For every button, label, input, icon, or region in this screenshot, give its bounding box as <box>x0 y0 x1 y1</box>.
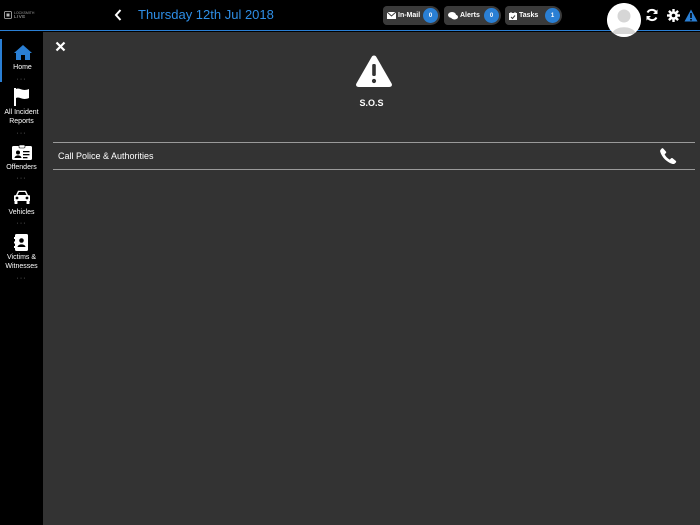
sos-alert-button[interactable] <box>684 8 698 22</box>
comments-icon <box>448 11 458 20</box>
close-icon <box>55 41 66 52</box>
sidebar-nav: Home ··· All Incident Reports ··· Offend… <box>0 31 43 525</box>
alerts-button[interactable]: Alerts 0 <box>444 6 501 25</box>
sidebar-divider: ··· <box>16 76 27 83</box>
inmail-button[interactable]: In-Mail 0 <box>383 6 440 25</box>
alerts-label: Alerts <box>460 12 480 19</box>
sidebar-item-label: Victims & Witnesses <box>5 254 38 270</box>
sidebar-divider: ··· <box>16 220 27 227</box>
sos-title: S.O.S <box>359 98 384 108</box>
chevron-left-icon <box>114 9 122 21</box>
top-bar: LOCKSMITH LIVE Thursday 12th Jul 2018 In… <box>0 0 700 37</box>
call-police-label: Call Police & Authorities <box>58 151 154 161</box>
sidebar-item-label: Home <box>13 64 32 71</box>
inmail-count-badge: 0 <box>423 8 438 23</box>
sidebar-divider: ··· <box>16 175 27 182</box>
app-logo: LOCKSMITH LIVE <box>4 11 34 19</box>
gear-icon <box>666 8 680 22</box>
sidebar-item-label: Vehicles <box>8 209 35 216</box>
logo-text: LIVE <box>14 14 26 19</box>
settings-button[interactable] <box>666 8 680 22</box>
address-book-icon <box>14 232 29 252</box>
page-date: Thursday 12th Jul 2018 <box>138 7 274 22</box>
tasks-button[interactable]: Tasks 1 <box>505 6 562 25</box>
warning-triangle-icon <box>684 9 698 21</box>
phone-icon <box>660 148 677 164</box>
sidebar-item-label: Offenders <box>6 164 37 171</box>
sidebar-divider: ··· <box>16 130 27 137</box>
flag-icon <box>13 87 30 107</box>
sidebar-divider: ··· <box>16 275 27 282</box>
envelope-icon <box>387 12 396 19</box>
tasks-count-badge: 1 <box>545 8 560 23</box>
car-icon <box>13 187 31 207</box>
user-silhouette-icon <box>607 3 641 37</box>
inmail-label: In-Mail <box>398 12 421 19</box>
warning-triangle-icon <box>356 55 392 87</box>
refresh-button[interactable] <box>645 8 659 22</box>
logo-mark-icon <box>4 11 12 19</box>
home-icon <box>13 42 33 62</box>
sidebar-item-label: All Incident Reports <box>4 109 39 125</box>
user-avatar[interactable] <box>607 3 641 37</box>
back-button[interactable] <box>110 5 126 25</box>
sidebar-item-all-incident-reports[interactable]: All Incident Reports <box>0 84 43 132</box>
calendar-check-icon <box>509 11 517 20</box>
sidebar-item-victims-witnesses[interactable]: Victims & Witnesses <box>0 229 43 277</box>
call-police-button[interactable]: Call Police & Authorities <box>53 142 695 170</box>
id-card-icon <box>11 142 32 162</box>
sos-panel: S.O.S Call Police & Authorities <box>43 32 700 525</box>
alerts-count-badge: 0 <box>484 8 499 23</box>
close-button[interactable] <box>55 39 67 52</box>
refresh-icon <box>646 8 658 22</box>
tasks-label: Tasks <box>519 12 539 19</box>
